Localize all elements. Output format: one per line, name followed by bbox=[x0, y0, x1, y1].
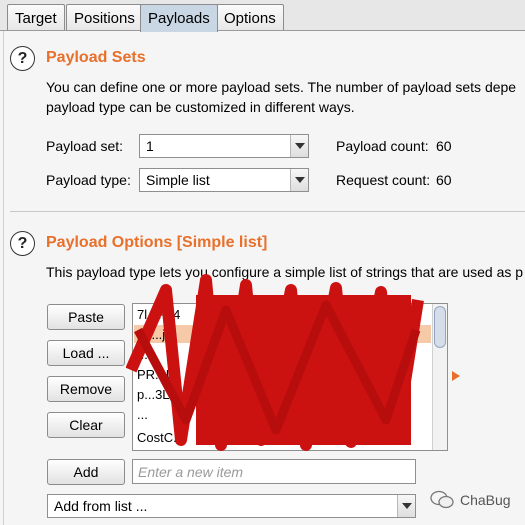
expand-arrow-icon[interactable] bbox=[452, 371, 460, 381]
payload-type-select[interactable]: Simple list bbox=[139, 168, 309, 192]
tab-target-label: Target bbox=[15, 9, 57, 27]
chevron-down-icon bbox=[290, 169, 308, 191]
payload-set-select[interactable]: 1 bbox=[139, 134, 309, 158]
payload-type-label: Payload type: bbox=[46, 172, 131, 188]
new-item-input[interactable]: Enter a new item bbox=[132, 459, 416, 484]
request-count-label: Request count: bbox=[336, 172, 431, 188]
chevron-down-icon bbox=[397, 495, 415, 517]
tab-options-label: Options bbox=[224, 9, 276, 27]
payload-count-label: Payload count: bbox=[336, 138, 429, 154]
payload-set-label: Payload set: bbox=[46, 138, 124, 154]
chat-bubbles-icon bbox=[430, 490, 454, 509]
section-divider bbox=[10, 211, 525, 212]
add-from-list-value: Add from list ... bbox=[54, 498, 148, 514]
list-scrollbar[interactable] bbox=[432, 304, 447, 450]
help-icon[interactable]: ? bbox=[10, 46, 35, 71]
add-button[interactable]: Add bbox=[47, 459, 125, 485]
redaction-scribble bbox=[126, 274, 424, 451]
chevron-down-icon bbox=[290, 135, 308, 157]
tab-bar: Target Positions Payloads Options bbox=[0, 0, 525, 32]
watermark: ChaBug bbox=[430, 490, 511, 510]
payload-sets-description-2: payload type can be customized in differ… bbox=[46, 99, 355, 115]
payload-sets-title: Payload Sets bbox=[46, 49, 146, 66]
tab-positions[interactable]: Positions bbox=[66, 4, 143, 31]
tab-options[interactable]: Options bbox=[216, 4, 284, 31]
help-icon[interactable]: ? bbox=[10, 231, 35, 256]
panel-left-border bbox=[3, 31, 4, 525]
scrollbar-thumb[interactable] bbox=[434, 306, 446, 348]
clear-button[interactable]: Clear bbox=[47, 412, 125, 438]
payload-sets-description: You can define one or more payload sets.… bbox=[46, 79, 517, 95]
payload-type-value: Simple list bbox=[146, 172, 210, 188]
load-button[interactable]: Load ... bbox=[47, 340, 125, 366]
payload-count-value: 60 bbox=[436, 138, 452, 154]
paste-button[interactable]: Paste bbox=[47, 304, 125, 330]
tab-positions-label: Positions bbox=[74, 9, 135, 27]
tab-target[interactable]: Target bbox=[7, 4, 65, 31]
tab-payloads-label: Payloads bbox=[148, 10, 210, 27]
payload-options-title: Payload Options [Simple list] bbox=[46, 234, 268, 251]
remove-button[interactable]: Remove bbox=[47, 376, 125, 402]
add-from-list-select[interactable]: Add from list ... bbox=[47, 494, 416, 518]
payload-set-value: 1 bbox=[146, 138, 154, 154]
request-count-value: 60 bbox=[436, 172, 452, 188]
watermark-text: ChaBug bbox=[460, 492, 511, 508]
tab-payloads[interactable]: Payloads bbox=[140, 4, 218, 32]
